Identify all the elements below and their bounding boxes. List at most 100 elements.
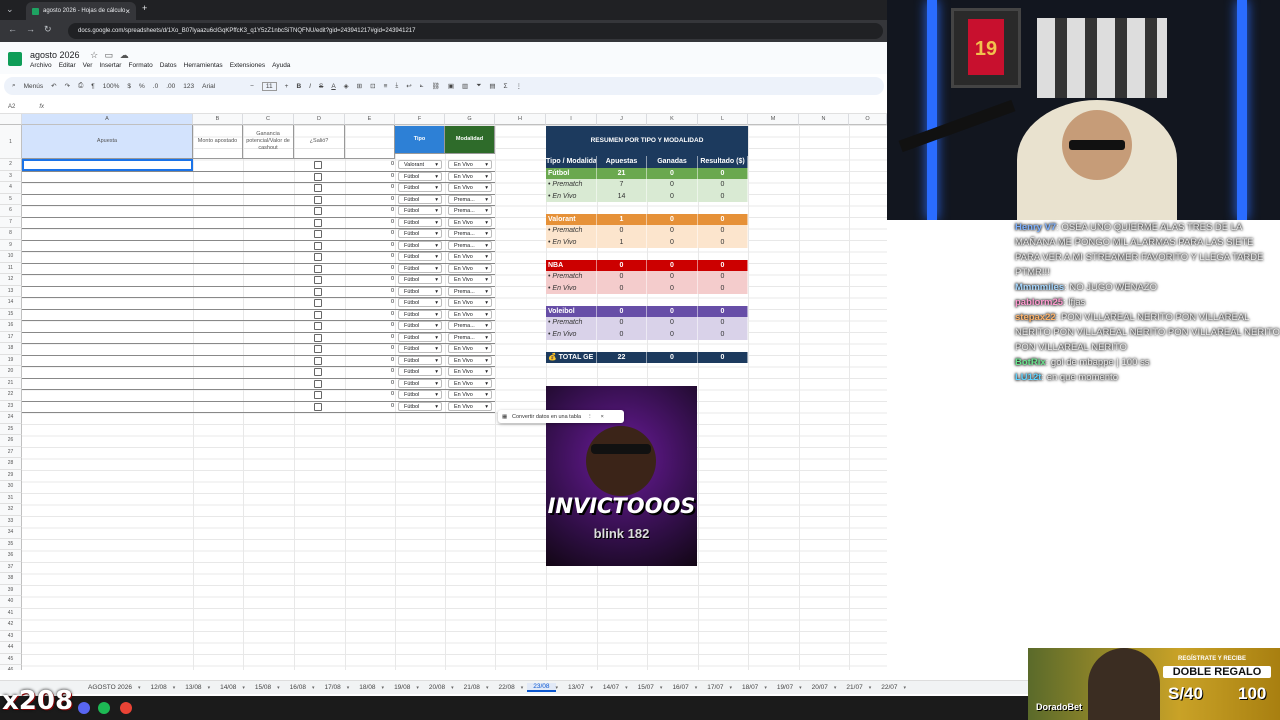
summary-cell[interactable]: 0 <box>597 305 647 317</box>
header-apuesta[interactable]: Apuesta <box>22 125 193 159</box>
summary-cell[interactable]: Fútbol <box>546 167 597 179</box>
italic-icon[interactable]: I <box>309 83 311 90</box>
salio-checkbox[interactable] <box>314 391 322 399</box>
header-modalidad[interactable]: Modalidad <box>445 126 495 154</box>
cell-e-value[interactable]: 0 <box>370 380 394 386</box>
sheet-tab[interactable]: 20/08 <box>423 684 451 691</box>
tipo-dropdown[interactable]: Fútbol <box>398 183 442 192</box>
summary-cell[interactable]: 0 <box>698 179 748 191</box>
salio-checkbox[interactable] <box>314 218 322 227</box>
vertical-align-icon[interactable]: ⤓ <box>395 82 398 90</box>
summary-cell[interactable]: • Prematch <box>546 317 597 329</box>
browser-tab[interactable]: agosto 2026 - Hojas de cálculo × <box>26 2 136 20</box>
sheet-tab[interactable]: 21/07 <box>840 684 868 691</box>
summary-cell[interactable]: 0 <box>647 259 698 271</box>
modalidad-dropdown[interactable]: En Vivo <box>448 344 492 353</box>
row-header-33[interactable]: 33 <box>0 515 22 527</box>
paint-format-icon[interactable]: ¶ <box>91 83 95 90</box>
summary-cell[interactable]: 0 <box>647 213 698 225</box>
sheet-tab[interactable]: 17/08 <box>318 684 346 691</box>
column-header-l[interactable]: L <box>698 114 748 125</box>
document-title[interactable]: agosto 2026 ☆ ▭ ☁ <box>30 50 129 61</box>
cell-e-value[interactable]: 0 <box>370 230 394 236</box>
sheet-tab[interactable]: 19/07 <box>771 684 799 691</box>
sheet-tab-menu-icon[interactable]: ▾ <box>486 685 489 691</box>
sheet-tab-menu-icon[interactable]: ▾ <box>660 685 663 691</box>
font-select[interactable]: Arial <box>202 83 242 90</box>
summary-header-cell[interactable]: Resultado ($) <box>698 156 748 168</box>
salio-checkbox[interactable] <box>314 161 322 169</box>
sheet-tab[interactable]: 18/08 <box>353 684 381 691</box>
column-header-g[interactable]: G <box>445 114 495 125</box>
row-header-40[interactable]: 40 <box>0 596 22 608</box>
salio-checkbox[interactable] <box>314 184 322 192</box>
new-tab-icon[interactable]: + <box>142 3 147 13</box>
row-header-45[interactable]: 45 <box>0 653 22 665</box>
modalidad-dropdown[interactable]: En Vivo <box>448 160 492 169</box>
sheet-tab[interactable]: 12/08 <box>144 684 172 691</box>
chat-username[interactable]: pablorm25 <box>1015 297 1063 308</box>
summary-header-cell[interactable]: Ganadas <box>647 156 698 168</box>
summary-cell[interactable]: 0 <box>597 271 647 283</box>
summary-cell[interactable]: 0 <box>698 213 748 225</box>
modalidad-dropdown[interactable]: En Vivo <box>448 217 492 227</box>
salio-checkbox[interactable] <box>314 230 322 238</box>
summary-cell[interactable]: 0 <box>597 225 647 237</box>
sheet-tab[interactable]: 15/07 <box>632 684 660 691</box>
header-e-empty[interactable] <box>345 125 395 159</box>
cell-e-value[interactable]: 0 <box>370 161 394 167</box>
sheet-tab[interactable]: 16/08 <box>284 684 312 691</box>
convert-table-toast[interactable]: ▦ Convertir datos en una tabla ⋮ × <box>498 410 624 423</box>
menu-ayuda[interactable]: Ayuda <box>272 62 290 69</box>
row-header-31[interactable]: 31 <box>0 492 22 504</box>
toast-more-icon[interactable]: ⋮ <box>587 414 593 420</box>
menu-formato[interactable]: Formato <box>128 62 152 69</box>
row-header-26[interactable]: 26 <box>0 435 22 447</box>
address-bar[interactable]: docs.google.com/spreadsheets/d/1Xo_B07ly… <box>68 23 883 39</box>
column-header-e[interactable]: E <box>345 114 395 125</box>
sheet-tab-menu-icon[interactable]: ▾ <box>242 685 245 691</box>
tipo-dropdown[interactable]: Fútbol <box>398 355 442 365</box>
bold-icon[interactable]: B <box>296 83 301 90</box>
modalidad-dropdown[interactable]: En Vivo <box>448 298 492 307</box>
sheet-tab[interactable]: 21/08 <box>458 684 486 691</box>
summary-cell[interactable]: 14 <box>597 190 647 202</box>
sheet-tab[interactable]: 14/07 <box>597 684 625 691</box>
fill-color-icon[interactable]: ◈ <box>344 82 349 90</box>
column-header-n[interactable]: N <box>799 114 849 125</box>
align-icon[interactable]: ≡ <box>384 83 388 90</box>
tipo-dropdown[interactable]: Fútbol <box>398 252 442 261</box>
summary-cell[interactable]: 0 <box>698 351 748 363</box>
column-header-m[interactable]: M <box>748 114 799 125</box>
column-header-k[interactable]: K <box>647 114 698 125</box>
summary-cell[interactable]: 22 <box>597 351 647 363</box>
salio-checkbox[interactable] <box>314 195 322 204</box>
salio-checkbox[interactable] <box>314 264 322 273</box>
row-header-25[interactable]: 25 <box>0 423 22 435</box>
sheet-tab-menu-icon[interactable]: ▾ <box>416 685 419 691</box>
summary-cell[interactable]: • En Vivo <box>546 190 597 202</box>
row-header-29[interactable]: 29 <box>0 469 22 481</box>
chat-username[interactable]: Mmmmiles <box>1015 282 1064 293</box>
column-header-f[interactable]: F <box>395 114 445 125</box>
font-size-input[interactable]: 11 <box>261 81 277 91</box>
tab-list-icon[interactable]: ⌄ <box>6 4 14 15</box>
name-box[interactable]: A2 <box>8 104 15 110</box>
row-header-44[interactable]: 44 <box>0 642 22 654</box>
summary-cell[interactable]: 0 <box>698 271 748 283</box>
column-header-a[interactable]: A <box>22 114 193 125</box>
summary-cell[interactable]: 0 <box>698 317 748 329</box>
tipo-dropdown[interactable]: Fútbol <box>398 217 442 227</box>
column-header-b[interactable]: B <box>193 114 243 125</box>
toast-text[interactable]: Convertir datos en una tabla <box>512 414 581 420</box>
cell-e-value[interactable]: 0 <box>370 403 394 409</box>
row-header-36[interactable]: 36 <box>0 550 22 562</box>
sheet-tab[interactable]: 14/08 <box>214 684 242 691</box>
row-header-37[interactable]: 37 <box>0 561 22 573</box>
header-tipo[interactable]: Tipo <box>395 126 445 154</box>
sheet-tab-menu-icon[interactable]: ▾ <box>590 685 593 691</box>
cell-e-value[interactable]: 0 <box>370 184 394 190</box>
chat-username[interactable]: stepax22 <box>1015 312 1056 323</box>
cell-e-value[interactable]: 0 <box>370 265 394 271</box>
salio-checkbox[interactable] <box>314 241 322 250</box>
